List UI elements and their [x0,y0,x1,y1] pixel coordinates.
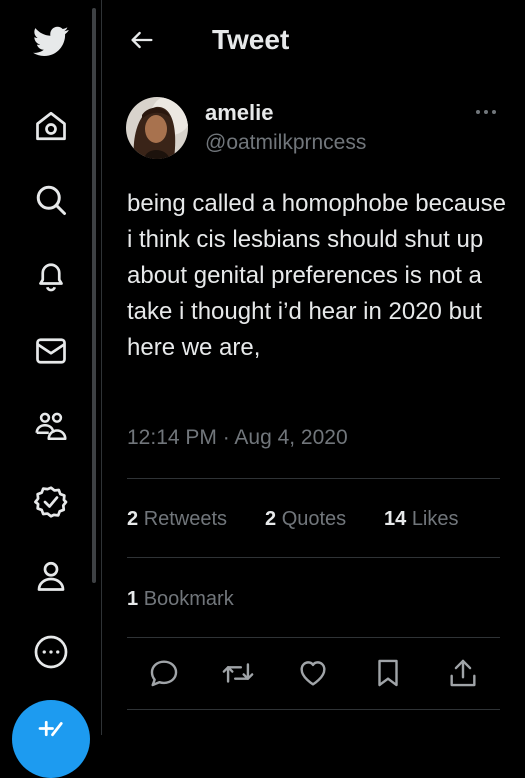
share-button[interactable] [446,656,480,690]
divider [127,557,500,558]
bookmarks-count: 1 [127,588,139,610]
search-icon[interactable] [31,180,71,220]
twitter-logo-icon[interactable] [31,21,71,61]
avatar[interactable] [126,97,188,159]
ellipsis-icon [476,110,496,114]
verified-icon[interactable] [31,482,71,522]
display-name[interactable]: amelie [205,100,274,126]
divider [127,709,500,710]
bookmark-icon [378,659,398,687]
quotes-stat[interactable]: 2 Quotes [265,508,346,531]
compose-icon [38,720,63,737]
heart-icon [300,661,326,686]
likes-label: Likes [411,508,459,530]
back-button[interactable] [128,26,156,54]
likes-stat[interactable]: 14 Likes [384,508,459,531]
compose-button[interactable] [12,700,90,778]
header: Tweet [102,0,525,80]
profile-icon[interactable] [31,556,71,596]
retweets-label: Retweets [143,508,228,530]
quotes-count: 2 [265,508,277,530]
sidebar [0,0,102,778]
sidebar-scrollbar[interactable] [92,8,96,583]
bookmark-button[interactable] [371,656,405,690]
divider [127,478,500,479]
tweet-text: being called a homophobe because i think… [127,190,506,361]
communities-icon[interactable] [31,406,71,446]
tweet-timestamp[interactable]: 12:14 PM · Aug 4, 2020 [127,426,348,450]
avatar-image [126,97,188,159]
home-icon[interactable] [31,106,71,146]
more-options-button[interactable] [472,100,500,124]
sidebar-divider [101,0,102,735]
mail-icon[interactable] [31,331,71,371]
user-handle[interactable]: @oatmilkprncess [205,131,366,155]
retweet-icon [222,663,254,683]
retweets-count: 2 [127,508,139,530]
bell-icon[interactable] [31,256,71,296]
bookmarks-stat[interactable]: 1 Bookmark [127,588,234,611]
reply-button[interactable] [147,656,181,690]
more-circle-icon[interactable] [31,632,71,672]
page-title: Tweet [212,24,290,55]
bookmarks-label: Bookmark [143,588,234,610]
quotes-label: Quotes [281,508,347,530]
retweet-button[interactable] [221,656,255,690]
divider [127,637,500,638]
reply-icon [150,660,178,687]
retweets-stat[interactable]: 2 Retweets [127,508,227,531]
arrow-left-icon [131,31,153,49]
share-icon [450,659,476,687]
likes-count: 14 [384,508,407,530]
like-button[interactable] [296,656,330,690]
